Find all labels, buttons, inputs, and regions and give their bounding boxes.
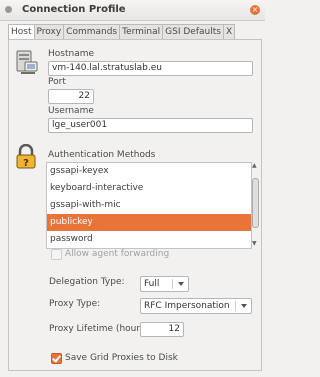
tab-terminal[interactable]: Terminal [119,24,164,39]
tab-bar: Host Proxy Commands Terminal GSI Default… [8,24,236,40]
tab-gsi-defaults[interactable]: GSI Defaults [162,24,224,39]
proxy-type-label: Proxy Type: [49,299,101,309]
list-item-selected[interactable]: publickey [47,214,251,231]
chevron-down-icon [241,304,247,308]
port-label: Port [48,77,66,87]
chevron-down-icon [178,282,184,286]
scrollbar-thumb[interactable] [252,178,259,228]
port-field[interactable]: 22 [48,89,94,104]
auth-methods-list[interactable]: gssapi-keyex keyboard-interactive gssapi… [46,162,252,249]
delegation-type-select[interactable]: Full [140,276,189,292]
scroll-up-icon[interactable]: ▲ [252,162,257,169]
list-item[interactable]: keyboard-interactive [47,180,251,197]
computer-icon [16,50,38,74]
host-panel: Hostname vm-140.lal.stratuslab.eu Port 2… [8,39,262,371]
auth-methods-label: Authentication Methods [48,150,156,160]
window-title: Connection Profile [22,4,126,15]
tab-commands[interactable]: Commands [63,24,121,39]
tab-host[interactable]: Host [8,24,35,40]
proxy-type-value: RFC Impersonation [144,301,230,311]
svg-text:?: ? [23,158,29,169]
tab-x[interactable]: X [222,24,236,39]
hostname-field[interactable]: vm-140.lal.stratuslab.eu [48,61,253,76]
list-item[interactable]: gssapi-keyex [47,163,251,180]
proxy-type-select[interactable]: RFC Impersonation [140,298,252,314]
proxy-lifetime-field[interactable]: 12 [140,322,184,337]
allow-agent-forwarding-checkbox[interactable] [51,249,62,260]
list-item[interactable]: gssapi-with-mic [47,197,251,214]
title-bar: Connection Profile × [0,0,265,21]
save-grid-proxies-label: Save Grid Proxies to Disk [65,353,178,363]
close-window-button[interactable]: × [250,5,260,15]
hostname-label: Hostname [48,49,95,59]
auth-list-scrollbar[interactable]: ▲ ▼ [251,162,259,247]
tab-proxy[interactable]: Proxy [33,24,65,39]
username-field[interactable]: lge_user001 [48,118,253,133]
lock-icon: ? [16,144,36,169]
username-label: Username [48,106,94,116]
window-menu-icon[interactable] [5,6,12,13]
list-item[interactable]: password [47,231,251,248]
scroll-down-icon[interactable]: ▼ [252,240,257,247]
save-grid-proxies-checkbox[interactable] [51,353,62,364]
allow-agent-forwarding-label: Allow agent forwarding [65,249,170,259]
proxy-lifetime-label: Proxy Lifetime (hours): [49,324,152,334]
delegation-type-label: Delegation Type: [49,277,125,287]
delegation-type-value: Full [144,279,160,289]
